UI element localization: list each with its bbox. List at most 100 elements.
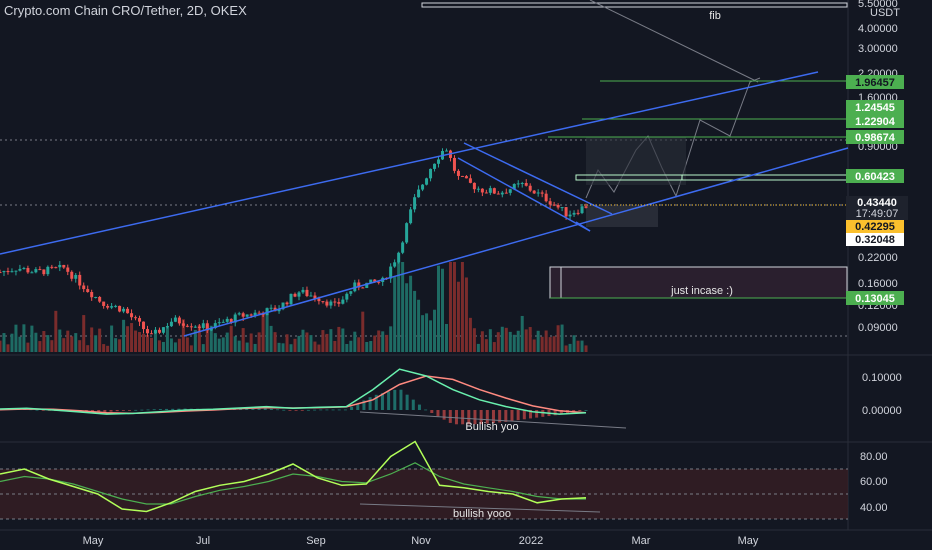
candle-body [142, 321, 146, 330]
volume-bar [14, 324, 18, 352]
fib-box[interactable] [421, 2, 848, 8]
candle-body [341, 299, 345, 304]
volume-bar [78, 340, 82, 352]
candle-body [78, 274, 82, 286]
candle [401, 241, 405, 255]
candle-body [42, 269, 46, 275]
candle [504, 188, 508, 194]
candle [464, 175, 468, 179]
candle-body [536, 192, 540, 194]
macd-histogram-bar [251, 408, 255, 410]
candle-body [106, 305, 110, 308]
candle [157, 327, 161, 335]
candle-body [548, 201, 552, 205]
candle [456, 169, 460, 180]
price-badge-yellow-text: 0.42295 [855, 221, 895, 233]
volume-bar [572, 335, 576, 352]
macd-histogram-bar [387, 391, 391, 410]
rsi-tick: 60.00 [860, 476, 888, 488]
candle [169, 318, 173, 327]
chart-canvas[interactable]: fib just incase :) Bullish yoo bullish y… [0, 0, 932, 550]
candle [528, 183, 532, 193]
candle-body [504, 192, 508, 194]
time-label: Mar [632, 535, 651, 547]
candle [153, 327, 157, 334]
candle-body [528, 185, 532, 191]
candle [201, 319, 205, 330]
volume-bar [273, 332, 277, 352]
candle [349, 290, 353, 297]
volume-bar [421, 315, 425, 352]
macd-histogram-bar [276, 409, 280, 411]
candle-body [114, 305, 118, 307]
volume-bar [185, 337, 189, 352]
just-incase-label: just incase :) [670, 285, 733, 297]
candle [341, 296, 345, 305]
volume-bar [74, 333, 78, 352]
fib-badge-text: 0.98674 [855, 132, 896, 144]
candle-body [337, 302, 341, 304]
candle-body [417, 189, 421, 198]
candle-body [126, 308, 130, 314]
volume-bar [329, 329, 333, 352]
candle-body [349, 291, 353, 294]
channel-upper-line[interactable] [0, 71, 819, 255]
candle [532, 189, 536, 195]
macd-histogram-bar [368, 397, 372, 410]
volume-bars [0, 262, 588, 352]
price-axis[interactable]: 5.50000 USDT 4.00000 3.00000 2.20000 1.6… [846, 0, 908, 334]
price-tick: 0.22000 [858, 252, 898, 264]
candle [580, 204, 584, 215]
candle-body [476, 188, 480, 190]
volume-bar [516, 330, 520, 352]
candle [508, 188, 512, 196]
candle-body [401, 242, 405, 253]
candle-body [568, 214, 572, 217]
candle-body [86, 289, 90, 293]
volume-bar [118, 339, 122, 352]
macd-tick: 0.10000 [862, 372, 902, 384]
volume-bar [261, 314, 265, 352]
volume-bar [500, 326, 504, 352]
candle-body [345, 293, 349, 300]
candle-body [130, 313, 134, 318]
candle-body [437, 159, 441, 164]
candle-body [393, 262, 397, 267]
volume-bar [317, 344, 321, 352]
candle [425, 177, 429, 186]
projection-line [589, 0, 759, 83]
candle [177, 315, 181, 326]
volume-bar [309, 335, 313, 352]
macd-histogram-bar [140, 409, 144, 411]
bar-countdown: 17:49:07 [856, 208, 899, 220]
time-axis[interactable]: May Jul Sep Nov 2022 Mar May [83, 535, 759, 547]
candle-body [361, 287, 365, 289]
candle [329, 299, 333, 309]
candle-body [181, 323, 185, 326]
fib-badge-text: 1.24545 [855, 102, 895, 114]
candle [472, 182, 476, 193]
candle [413, 194, 417, 213]
candle [476, 186, 480, 193]
candle-body [413, 197, 417, 210]
volume-bar [433, 309, 437, 352]
candle-body [289, 293, 293, 305]
volume-bar [66, 330, 70, 352]
candle-body [572, 212, 576, 215]
candle-body [500, 192, 504, 195]
macd-histogram-bar [128, 410, 132, 411]
volume-bar [10, 333, 14, 352]
volume-bar [349, 340, 353, 352]
volume-bar [38, 341, 42, 352]
volume-bar [532, 339, 536, 352]
candle [6, 267, 10, 275]
candle-body [18, 268, 22, 271]
candle [353, 279, 357, 293]
volume-bar [365, 341, 369, 352]
candle [110, 302, 114, 310]
candle [361, 286, 365, 289]
channel-lower-line[interactable] [183, 147, 849, 337]
candle [34, 267, 38, 274]
volume-bar [301, 329, 305, 352]
candle [173, 315, 177, 323]
